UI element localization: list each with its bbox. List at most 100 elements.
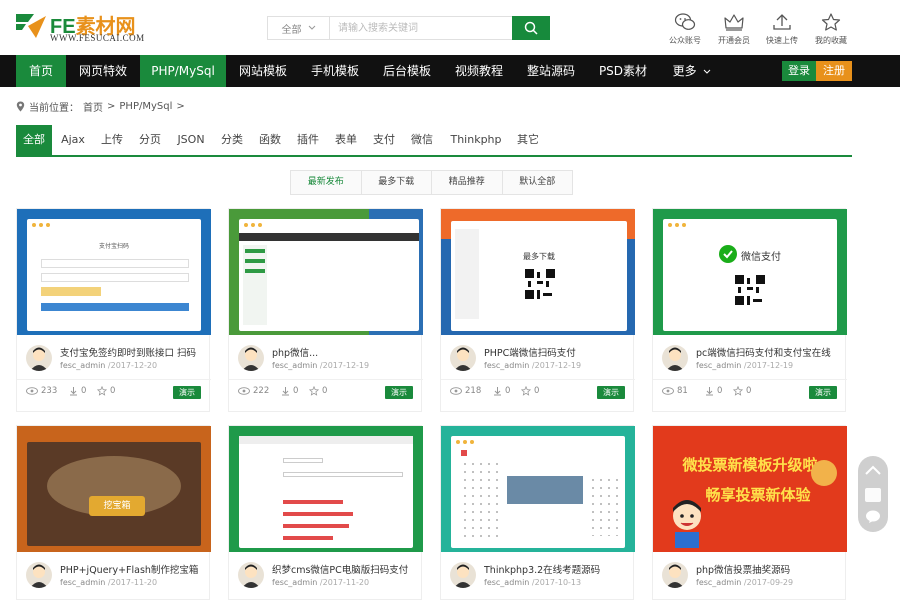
quick-link-label: 开通会员 <box>718 36 750 45</box>
card-title[interactable]: php微信... <box>272 345 418 359</box>
qr-code-icon <box>525 269 555 299</box>
nav-item-effects[interactable]: 网页特效 <box>68 55 138 87</box>
resource-card[interactable]: 微投票新模板升级啦 畅享投票新体验 php微信投票抽奖源码 fesc_admin… <box>652 425 847 600</box>
window-dots <box>456 440 474 444</box>
card-stats: 222 0 0 演示 <box>229 379 423 403</box>
wechat-icon <box>674 13 696 30</box>
tab-thinkphp[interactable]: Thinkphp <box>444 125 508 155</box>
resource-card[interactable]: 微信支付 pc端微信扫码支付和支付宝在线 fesc_admin /2017-12… <box>652 208 847 412</box>
card-thumbnail[interactable] <box>229 426 423 552</box>
resource-card[interactable]: Thinkphp3.2在线考题源码 fesc_admin /2017-10-13 <box>440 425 635 600</box>
demo-button[interactable]: 演示 <box>597 386 625 399</box>
card-title[interactable]: 支付宝免签约即时到账接口 扫码 <box>60 345 206 359</box>
card-thumbnail[interactable]: 最多下载 <box>441 209 635 335</box>
breadcrumb-current[interactable]: PHP/MySql <box>119 101 172 112</box>
sort-latest[interactable]: 最新发布 <box>291 171 362 194</box>
site-logo[interactable]: FE素材网 WWW.FESUCAI.COM <box>14 10 164 44</box>
tab-ajax[interactable]: Ajax <box>54 125 92 155</box>
register-button[interactable]: 注册 <box>816 61 852 81</box>
card-thumbnail[interactable]: 微投票新模板升级啦 畅享投票新体验 <box>653 426 847 552</box>
nav-item-php[interactable]: PHP/MySql <box>140 55 226 87</box>
thumb-submit <box>41 303 189 311</box>
thumb-highlight <box>283 536 333 540</box>
nav-item-site-templates[interactable]: 网站模板 <box>228 55 298 87</box>
cartoon-boy-icon <box>673 500 701 548</box>
favorites-stat[interactable]: 0 <box>97 386 115 396</box>
nav-item-admin-templates[interactable]: 后台模板 <box>372 55 442 87</box>
thumb-grid <box>589 476 619 536</box>
login-button[interactable]: 登录 <box>782 61 816 81</box>
tab-forms[interactable]: 表单 <box>328 125 364 155</box>
favorites-stat[interactable]: 0 <box>309 386 327 396</box>
card-title[interactable]: Thinkphp3.2在线考题源码 <box>484 562 630 576</box>
thumb-sidebar <box>243 245 267 325</box>
nav-item-home[interactable]: 首页 <box>16 55 66 87</box>
tab-wechat[interactable]: 微信 <box>404 125 440 155</box>
breadcrumb-home[interactable]: 首页 <box>83 99 103 114</box>
nav-item-more[interactable]: 更多 <box>662 55 722 87</box>
tab-all[interactable]: 全部 <box>16 125 52 155</box>
demo-button[interactable]: 演示 <box>385 386 413 399</box>
qr-code-icon[interactable] <box>865 488 881 502</box>
tab-pagination[interactable]: 分页 <box>132 125 168 155</box>
search-category-select[interactable]: 全部 <box>268 17 330 39</box>
quick-link-vip[interactable]: 开通会员 <box>709 12 759 46</box>
nav-item-mobile-templates[interactable]: 手机模板 <box>300 55 370 87</box>
nav-item-source[interactable]: 整站源码 <box>516 55 586 87</box>
thumb-field <box>41 259 189 268</box>
sort-default[interactable]: 默认全部 <box>502 171 572 194</box>
resource-card[interactable]: php微信... fesc_admin /2017-12-19 222 0 0 … <box>228 208 423 412</box>
nav-label: 视频教程 <box>454 64 503 78</box>
demo-button[interactable]: 演示 <box>173 386 201 399</box>
breadcrumb-prefix: 当前位置： <box>29 103 79 114</box>
sort-featured[interactable]: 精品推荐 <box>432 171 503 194</box>
thumb-photo <box>507 476 583 504</box>
thumb-toolbar <box>239 233 419 241</box>
quick-link-favorites[interactable]: 我的收藏 <box>806 12 856 46</box>
nav-item-video[interactable]: 视频教程 <box>444 55 514 87</box>
quick-link-upload[interactable]: 快速上传 <box>757 12 807 46</box>
thumb-captcha <box>41 287 101 296</box>
back-to-top-icon[interactable] <box>864 464 882 476</box>
downloads-count: 0 <box>81 386 87 396</box>
demo-button[interactable]: 演示 <box>809 386 837 399</box>
breadcrumb-sep: > <box>107 101 116 112</box>
tab-other[interactable]: 其它 <box>510 125 546 155</box>
card-title[interactable]: php微信投票抽奖源码 <box>696 562 842 576</box>
nav-label: 网站模板 <box>238 64 287 78</box>
card-title[interactable]: pc端微信扫码支付和支付宝在线 <box>696 345 842 359</box>
card-title[interactable]: 织梦cms微信PC电脑版扫码支付 <box>272 562 418 576</box>
card-thumbnail[interactable]: 挖宝箱 <box>17 426 211 552</box>
quick-link-label: 我的收藏 <box>815 36 847 45</box>
card-title[interactable]: PHP+jQuery+Flash制作挖宝箱 <box>60 562 206 576</box>
favorites-stat[interactable]: 0 <box>733 386 751 396</box>
resource-card[interactable]: 挖宝箱 PHP+jQuery+Flash制作挖宝箱 fesc_admin /20… <box>16 425 211 600</box>
favorites-stat[interactable]: 0 <box>521 386 539 396</box>
card-title[interactable]: PHPC端微信扫码支付 <box>484 345 630 359</box>
tab-upload[interactable]: 上传 <box>94 125 130 155</box>
card-thumbnail[interactable]: 微信支付 <box>653 209 847 335</box>
resource-card[interactable]: 织梦cms微信PC电脑版扫码支付 fesc_admin /2017-11-20 <box>228 425 423 600</box>
downloads-count: 0 <box>293 386 299 396</box>
eye-icon <box>662 387 674 395</box>
tab-category[interactable]: 分类 <box>214 125 250 155</box>
card-thumbnail[interactable] <box>441 426 635 552</box>
nav-item-psd[interactable]: PSD素材 <box>588 55 658 87</box>
tab-plugins[interactable]: 插件 <box>290 125 326 155</box>
card-thumbnail[interactable]: 支付宝扫码 <box>17 209 211 335</box>
card-meta: fesc_admin /2017-11-20 <box>60 578 157 587</box>
resource-card[interactable]: 最多下载 PHPC端微信扫码支付 fesc_admin /2017-12-19 … <box>440 208 635 412</box>
tab-payment[interactable]: 支付 <box>366 125 402 155</box>
tab-functions[interactable]: 函数 <box>252 125 288 155</box>
quick-link-wechat[interactable]: 公众账号 <box>660 12 710 46</box>
author-avatar <box>662 562 688 588</box>
resource-card[interactable]: 支付宝扫码 支付宝免签约即时到账接口 扫码 fesc_admin /2017-1… <box>16 208 211 412</box>
sort-most-downloaded[interactable]: 最多下载 <box>361 171 432 194</box>
card-thumbnail[interactable] <box>229 209 423 335</box>
chat-icon[interactable] <box>865 510 881 524</box>
tab-json[interactable]: JSON <box>170 125 212 155</box>
author-avatar <box>238 562 264 588</box>
search-input[interactable] <box>330 17 512 39</box>
thumb-sidebar-item <box>245 259 265 263</box>
search-button[interactable] <box>512 16 550 40</box>
